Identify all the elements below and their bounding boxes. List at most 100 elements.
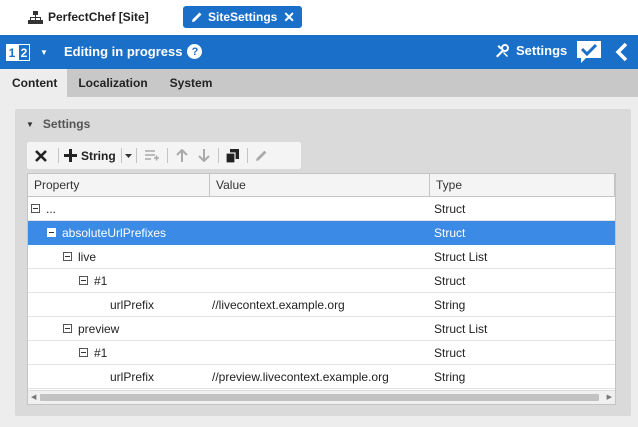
tab-localization[interactable]: Localization <box>67 69 158 97</box>
toolbar-divider <box>120 148 122 163</box>
tab-system[interactable]: System <box>159 69 224 97</box>
table-row[interactable]: preview Struct List <box>28 317 615 341</box>
settings-button[interactable]: Settings <box>494 43 567 58</box>
tab-content[interactable]: Content <box>0 69 68 97</box>
document-tab-bar: PerfectChef [Site] SiteSettings ✕ <box>0 0 638 34</box>
toolbar-divider <box>166 148 168 163</box>
status-label: Editing in progress <box>64 44 183 59</box>
value-cell[interactable]: //livecontext.example.org <box>210 298 430 312</box>
property-cell: live <box>28 250 210 264</box>
table-row[interactable]: live Struct List <box>28 245 615 269</box>
struct-property-grid: Property Value Type ... Struct absoluteU… <box>27 173 616 405</box>
panel-title: Settings <box>42 117 91 131</box>
type-cell: Struct <box>434 273 466 288</box>
type-cell: String <box>434 297 466 312</box>
property-cell: ... <box>28 202 210 216</box>
delete-button[interactable] <box>27 142 55 169</box>
content-area: ▼ Settings String Property Value Type ..… <box>0 97 638 427</box>
property-cell: absoluteUrlPrefixes <box>28 226 210 240</box>
pencil-icon <box>192 12 202 22</box>
add-entry-icon <box>144 149 159 160</box>
property-name: live <box>78 249 97 264</box>
type-cell: Struct <box>434 225 466 240</box>
collapse-toggle-icon[interactable] <box>47 228 56 237</box>
help-icon[interactable]: ? <box>187 44 203 59</box>
table-row[interactable]: urlPrefix //preview.livecontext.example.… <box>28 365 615 389</box>
table-row-selected[interactable]: absoluteUrlPrefixes Struct <box>28 221 615 245</box>
type-cell: Struct <box>434 345 466 360</box>
table-row[interactable]: #1 Struct <box>28 341 615 365</box>
move-down-icon <box>197 149 210 162</box>
toolbar-divider <box>217 148 219 163</box>
property-cell: urlPrefix <box>28 298 210 312</box>
struct-toolbar: String <box>27 142 301 169</box>
chevron-left-icon[interactable] <box>615 42 629 62</box>
tools-icon <box>496 43 509 57</box>
add-icon <box>64 149 77 162</box>
edit-button[interactable] <box>251 142 273 169</box>
copy-button[interactable] <box>222 142 244 169</box>
close-tab-icon[interactable]: ✕ <box>283 10 295 24</box>
property-name: #1 <box>94 345 108 360</box>
property-cell: #1 <box>28 346 210 360</box>
version-dropdown-icon[interactable]: ▼ <box>40 48 48 57</box>
settings-panel: ▼ Settings String Property Value Type ..… <box>15 109 631 416</box>
property-name: urlPrefix <box>110 369 155 384</box>
settings-label: Settings <box>516 43 568 58</box>
scrollbar-thumb[interactable] <box>40 394 599 401</box>
column-header-type[interactable]: Type <box>430 174 615 196</box>
table-row[interactable]: #1 Struct <box>28 269 615 293</box>
property-cell: urlPrefix <box>28 370 210 384</box>
version-compare-button[interactable]: 1 2 <box>6 44 30 61</box>
move-up-button[interactable] <box>171 142 193 169</box>
dropdown-caret-icon <box>125 153 133 158</box>
toolbar-divider <box>135 148 137 163</box>
property-name: ... <box>46 201 57 216</box>
horizontal-scrollbar[interactable]: ◀ ▶ <box>28 390 615 404</box>
table-row[interactable]: urlPrefix //livecontext.example.org Stri… <box>28 293 615 317</box>
property-cell: #1 <box>28 274 210 288</box>
sitesettings-tab-label: SiteSettings <box>208 10 278 24</box>
property-name: urlPrefix <box>110 297 155 312</box>
move-down-button[interactable] <box>193 142 215 169</box>
collapse-toggle-icon[interactable] <box>63 252 72 261</box>
column-header-property[interactable]: Property <box>28 174 210 196</box>
type-cell: String <box>434 369 466 384</box>
scroll-left-icon[interactable]: ◀ <box>31 393 36 401</box>
version-b: 2 <box>18 44 30 61</box>
content-tab-bar: Content Localization System <box>0 69 638 97</box>
collapse-icon[interactable]: ▼ <box>26 120 34 129</box>
site-tab-label: PerfectChef [Site] <box>48 10 149 24</box>
column-header-value[interactable]: Value <box>210 174 430 196</box>
scroll-right-icon[interactable]: ▶ <box>607 393 612 401</box>
version-a: 1 <box>6 44 18 61</box>
value-cell[interactable]: //preview.livecontext.example.org <box>210 370 430 384</box>
type-cell: Struct List <box>434 321 488 336</box>
site-tab[interactable]: PerfectChef [Site] <box>28 7 149 27</box>
settings-panel-header[interactable]: ▼ Settings <box>26 117 90 131</box>
add-string-button[interactable]: String <box>62 142 118 169</box>
editor-header: 1 2 ▼ Editing in progress ? Settings <box>0 35 638 69</box>
grid-header: Property Value Type <box>28 174 615 197</box>
sitemap-icon <box>28 10 43 24</box>
add-type-dropdown[interactable] <box>125 142 133 169</box>
type-cell: Struct List <box>434 249 488 264</box>
toolbar-divider <box>246 148 248 163</box>
type-cell: Struct <box>434 201 466 216</box>
editing-status: Editing in progress ? <box>64 44 203 59</box>
collapse-toggle-icon[interactable] <box>63 324 72 333</box>
property-name: #1 <box>94 273 108 288</box>
add-entry-button[interactable] <box>140 142 164 169</box>
approve-icon[interactable] <box>576 40 602 64</box>
property-name: preview <box>78 321 120 336</box>
collapse-toggle-icon[interactable] <box>79 348 88 357</box>
edit-icon <box>256 150 267 161</box>
add-string-label: String <box>81 148 116 163</box>
collapse-toggle-icon[interactable] <box>79 276 88 285</box>
table-row[interactable]: ... Struct <box>28 197 615 221</box>
collapse-toggle-icon[interactable] <box>31 204 40 213</box>
delete-icon <box>35 149 47 162</box>
move-up-icon <box>175 149 188 162</box>
sitesettings-tab[interactable]: SiteSettings ✕ <box>183 6 302 28</box>
property-name: absoluteUrlPrefixes <box>62 225 167 240</box>
